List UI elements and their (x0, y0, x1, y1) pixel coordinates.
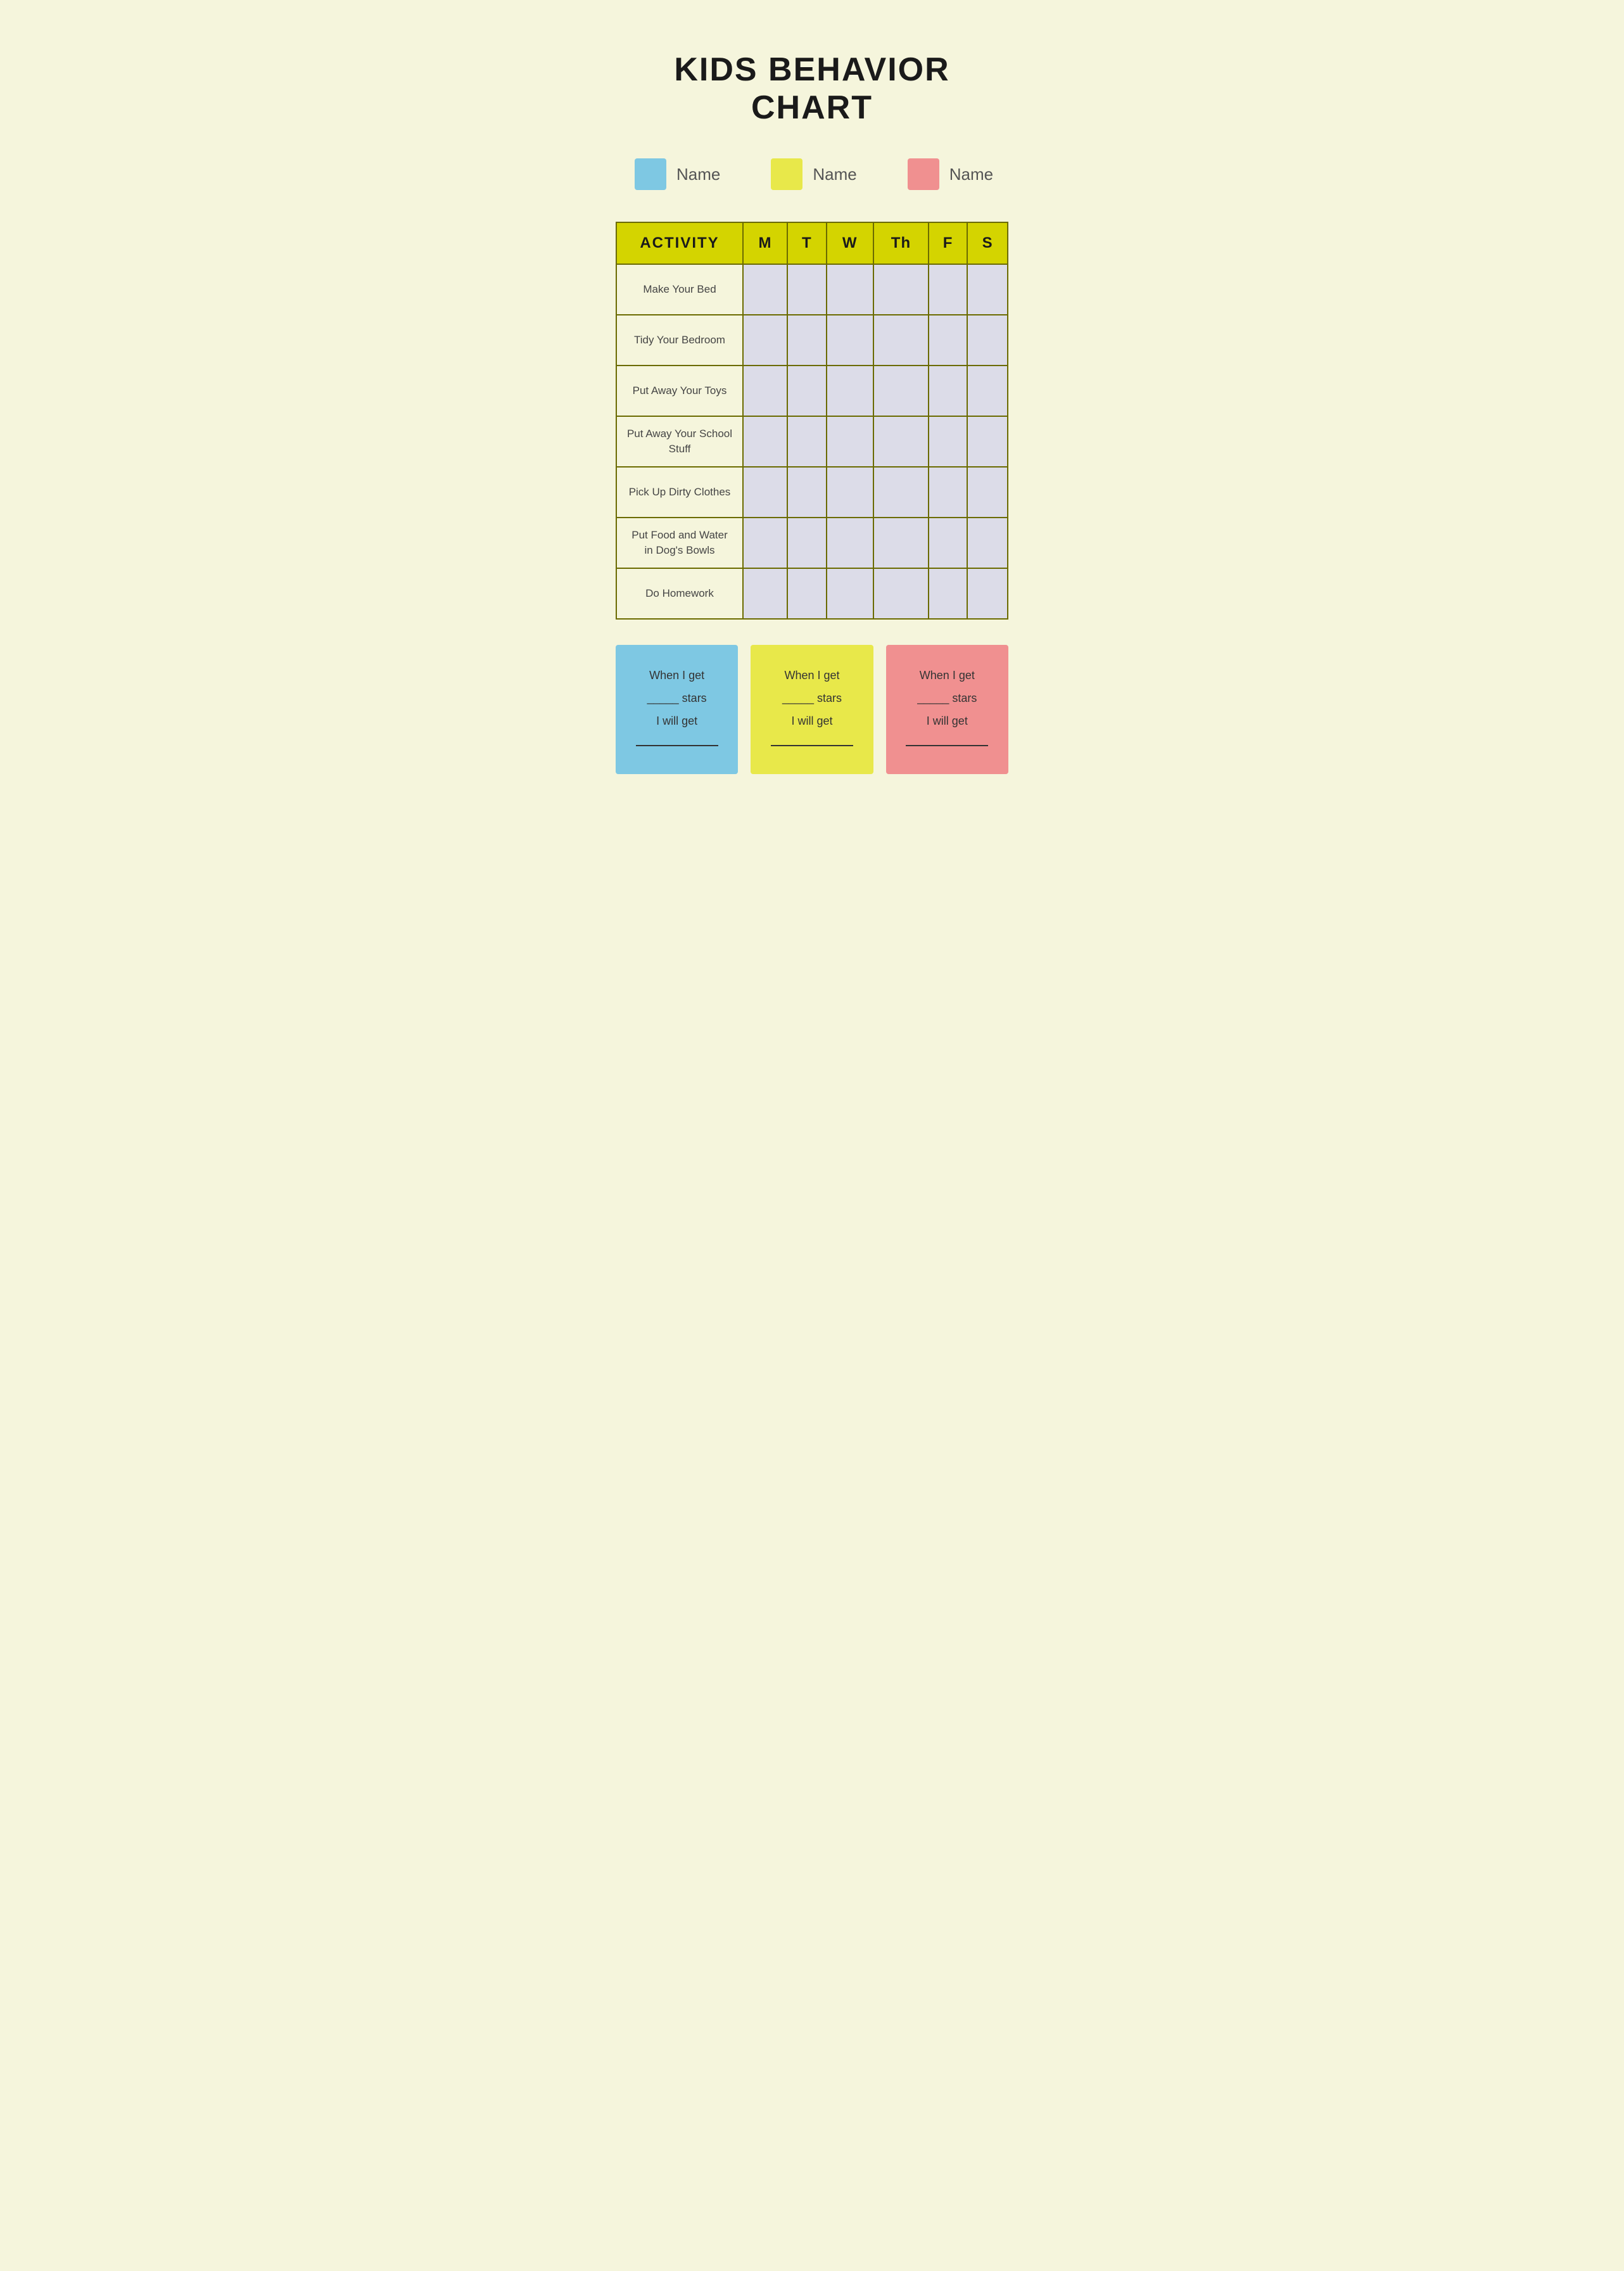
cell-dirty-clothes-f (929, 467, 967, 518)
reward-pink-line2: _____ stars (899, 687, 996, 709)
page: KIDS BEHAVIOR CHART Name Name Name ACTIV… (584, 13, 1040, 806)
legend-item-yellow: Name (771, 158, 856, 190)
cell-put-away-toys-f (929, 366, 967, 416)
cell-dirty-clothes-w (827, 467, 873, 518)
cell-tidy-bedroom-t (787, 315, 826, 366)
cell-make-bed-f (929, 264, 967, 315)
reward-pink-line1: When I get (899, 664, 996, 687)
cell-school-stuff-t (787, 416, 826, 467)
reward-card-pink: When I get _____ stars I will get (886, 645, 1008, 774)
reward-blue-line2: _____ stars (628, 687, 725, 709)
cell-dog-bowls-m (743, 518, 787, 568)
legend-label-blue: Name (676, 165, 720, 184)
cell-school-stuff-m (743, 416, 787, 467)
legend-item-pink: Name (908, 158, 993, 190)
cell-put-away-toys-w (827, 366, 873, 416)
header-monday: M (743, 222, 787, 264)
cell-dirty-clothes-m (743, 467, 787, 518)
legend-color-yellow (771, 158, 802, 190)
reward-yellow-line3: I will get (763, 709, 860, 732)
header-tuesday: T (787, 222, 826, 264)
cell-dirty-clothes-th (873, 467, 929, 518)
legend-label-pink: Name (949, 165, 993, 184)
cell-make-bed-s (967, 264, 1008, 315)
cell-make-bed-w (827, 264, 873, 315)
activity-make-bed: Make Your Bed (616, 264, 743, 315)
cell-homework-m (743, 568, 787, 619)
activity-put-away-toys: Put Away Your Toys (616, 366, 743, 416)
cell-dog-bowls-f (929, 518, 967, 568)
table-row: Tidy Your Bedroom (616, 315, 1008, 366)
header-thursday: Th (873, 222, 929, 264)
reward-pink-blank (906, 745, 988, 746)
cell-make-bed-th (873, 264, 929, 315)
reward-yellow-line2: _____ stars (763, 687, 860, 709)
table-row: Put Food and Water in Dog's Bowls (616, 518, 1008, 568)
cell-dog-bowls-t (787, 518, 826, 568)
reward-yellow-blank (771, 745, 853, 746)
behavior-chart-table: ACTIVITY M T W Th F S Make Your Bed Tidy… (616, 222, 1008, 620)
table-row: Put Away Your Toys (616, 366, 1008, 416)
cell-homework-f (929, 568, 967, 619)
cell-tidy-bedroom-th (873, 315, 929, 366)
table-row: Make Your Bed (616, 264, 1008, 315)
reward-blue-line1: When I get (628, 664, 725, 687)
reward-card-yellow: When I get _____ stars I will get (751, 645, 873, 774)
table-header-row: ACTIVITY M T W Th F S (616, 222, 1008, 264)
reward-pink-line3: I will get (899, 709, 996, 732)
reward-blue-blank (636, 745, 718, 746)
header-wednesday: W (827, 222, 873, 264)
table-row: Put Away Your School Stuff (616, 416, 1008, 467)
cell-school-stuff-w (827, 416, 873, 467)
cell-make-bed-t (787, 264, 826, 315)
cell-homework-t (787, 568, 826, 619)
cell-tidy-bedroom-m (743, 315, 787, 366)
cell-school-stuff-s (967, 416, 1008, 467)
activity-dirty-clothes: Pick Up Dirty Clothes (616, 467, 743, 518)
reward-section: When I get _____ stars I will get When I… (616, 645, 1008, 774)
header-friday: F (929, 222, 967, 264)
cell-dirty-clothes-s (967, 467, 1008, 518)
page-title: KIDS BEHAVIOR CHART (616, 51, 1008, 127)
cell-put-away-toys-th (873, 366, 929, 416)
cell-put-away-toys-m (743, 366, 787, 416)
header-saturday: S (967, 222, 1008, 264)
legend-color-pink (908, 158, 939, 190)
cell-dog-bowls-w (827, 518, 873, 568)
cell-tidy-bedroom-f (929, 315, 967, 366)
cell-school-stuff-th (873, 416, 929, 467)
cell-tidy-bedroom-w (827, 315, 873, 366)
cell-tidy-bedroom-s (967, 315, 1008, 366)
cell-homework-w (827, 568, 873, 619)
cell-dirty-clothes-t (787, 467, 826, 518)
reward-yellow-line1: When I get (763, 664, 860, 687)
activity-homework: Do Homework (616, 568, 743, 619)
legend-section: Name Name Name (616, 158, 1008, 190)
activity-tidy-bedroom: Tidy Your Bedroom (616, 315, 743, 366)
cell-school-stuff-f (929, 416, 967, 467)
cell-homework-s (967, 568, 1008, 619)
cell-put-away-toys-s (967, 366, 1008, 416)
table-row: Do Homework (616, 568, 1008, 619)
reward-card-blue: When I get _____ stars I will get (616, 645, 738, 774)
cell-homework-th (873, 568, 929, 619)
table-row: Pick Up Dirty Clothes (616, 467, 1008, 518)
activity-school-stuff: Put Away Your School Stuff (616, 416, 743, 467)
legend-item-blue: Name (635, 158, 720, 190)
cell-make-bed-m (743, 264, 787, 315)
cell-dog-bowls-th (873, 518, 929, 568)
header-activity: ACTIVITY (616, 222, 743, 264)
cell-dog-bowls-s (967, 518, 1008, 568)
activity-dog-bowls: Put Food and Water in Dog's Bowls (616, 518, 743, 568)
reward-blue-line3: I will get (628, 709, 725, 732)
legend-label-yellow: Name (813, 165, 856, 184)
legend-color-blue (635, 158, 666, 190)
cell-put-away-toys-t (787, 366, 826, 416)
